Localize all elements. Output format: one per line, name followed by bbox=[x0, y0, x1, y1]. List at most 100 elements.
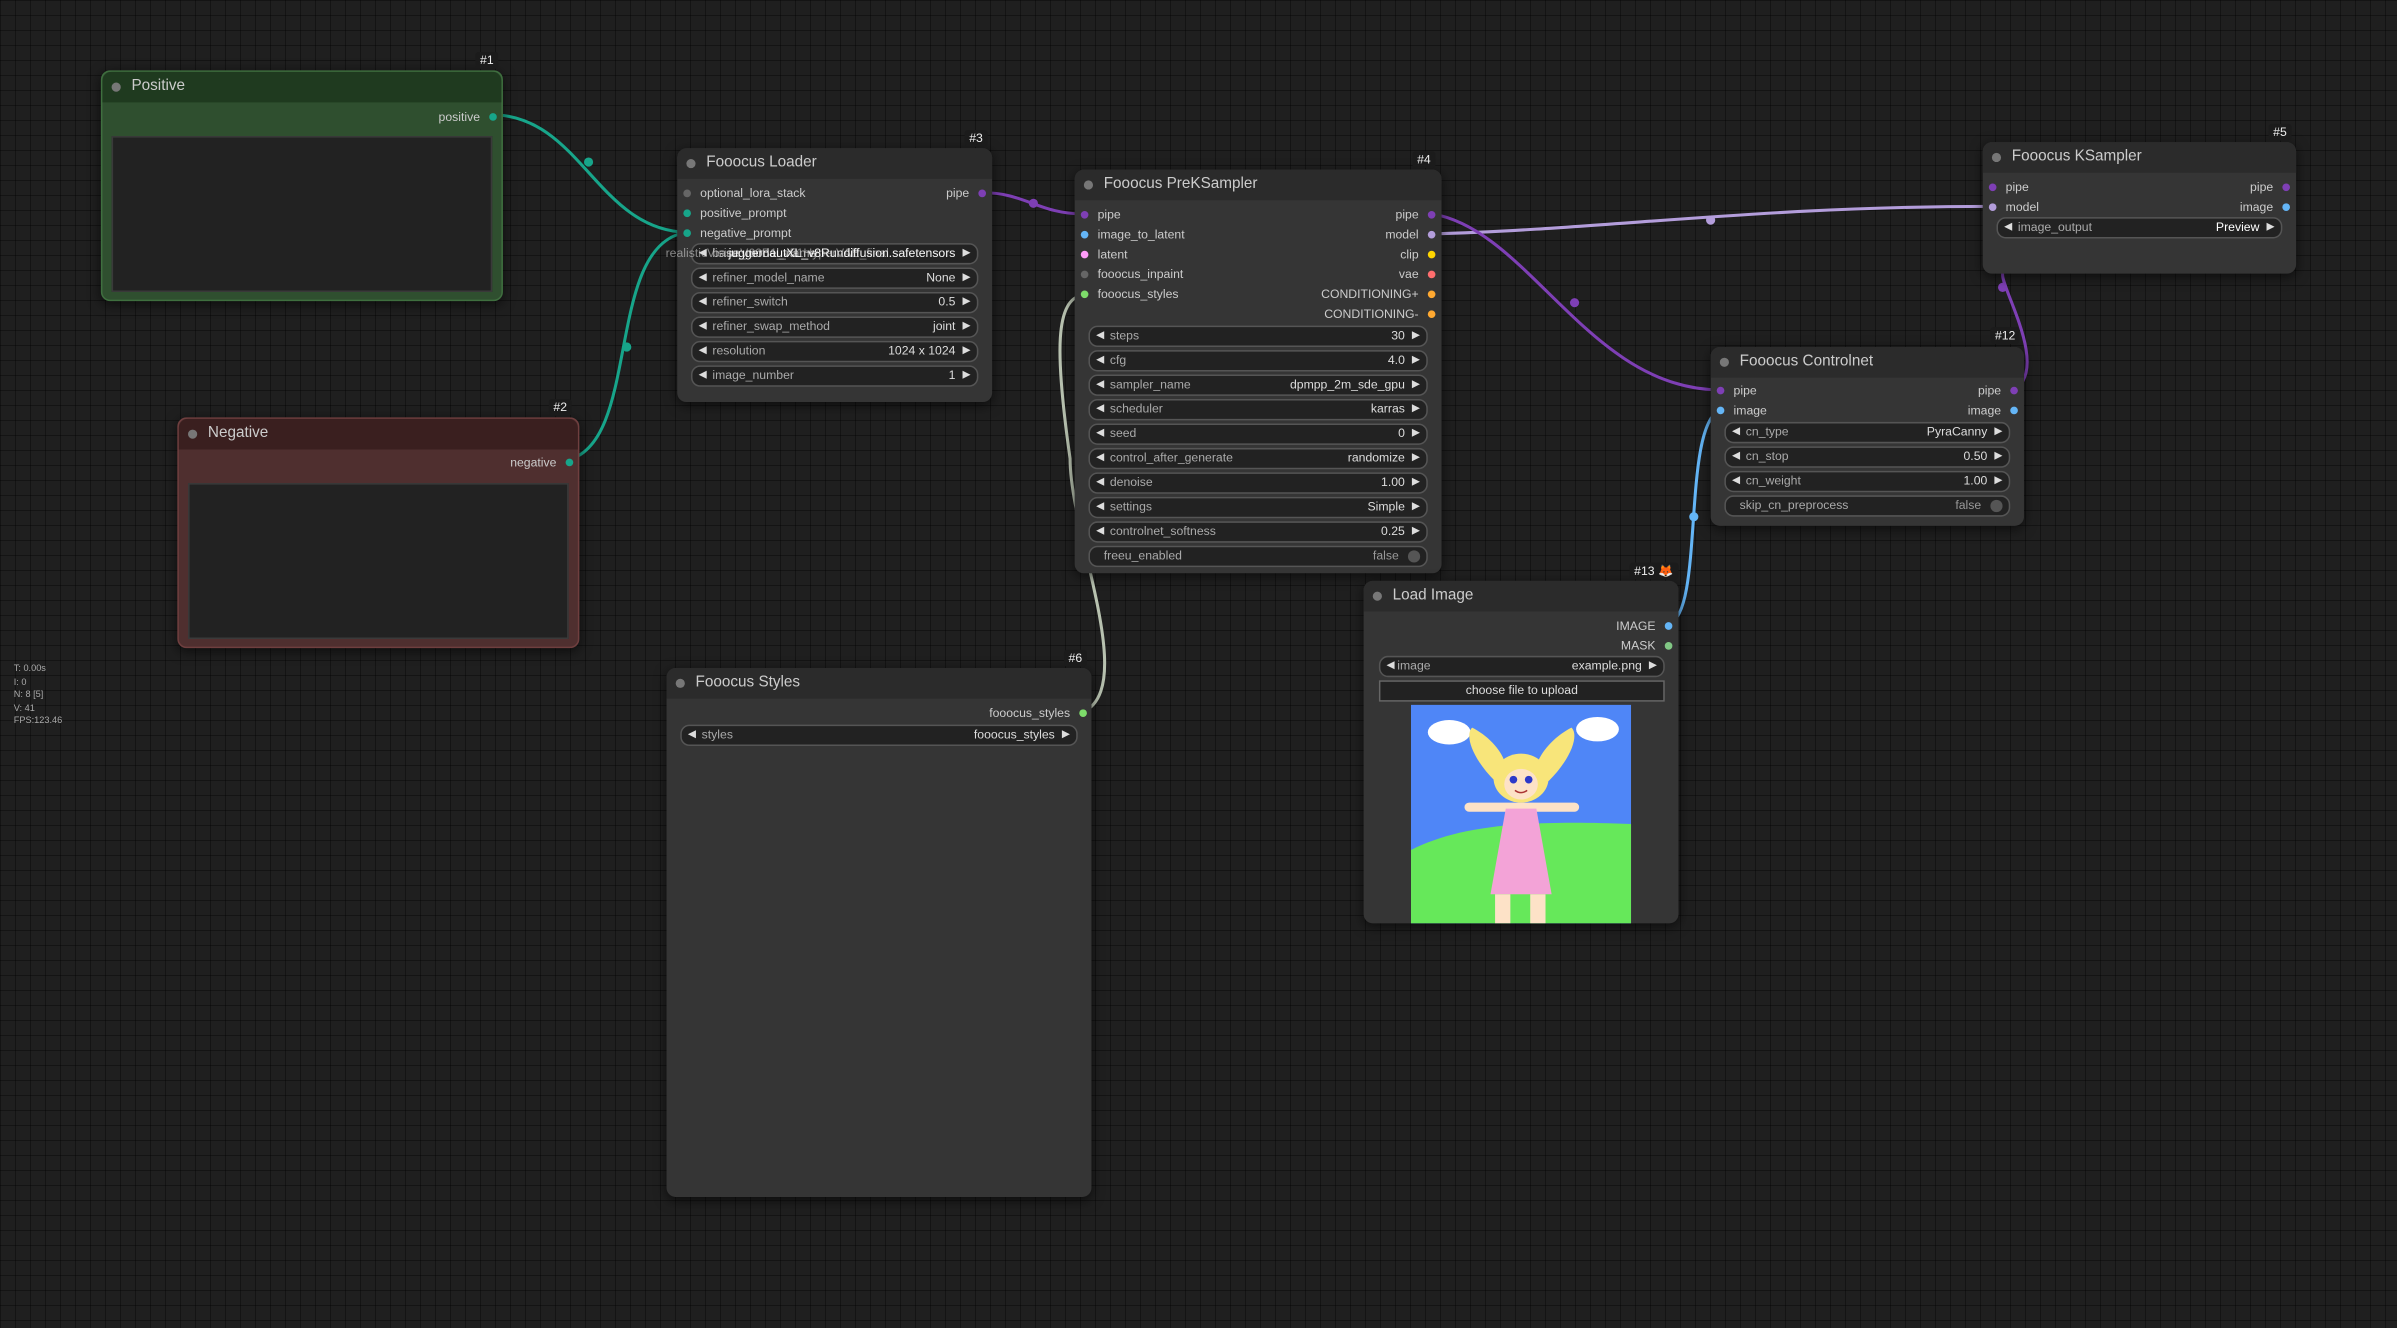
arrow-right-icon[interactable]: ▶ bbox=[1994, 425, 2002, 438]
arrow-left-icon[interactable]: ◀ bbox=[1387, 659, 1395, 671]
input-slot-latent[interactable]: latent bbox=[1080, 248, 1128, 261]
arrow-left-icon[interactable]: ◀ bbox=[699, 368, 707, 381]
widget-refiner-switch[interactable]: ◀ refiner_switch 0.5 ▶ bbox=[690, 291, 979, 314]
arrow-right-icon[interactable]: ▶ bbox=[2266, 220, 2274, 233]
link-negative-to-loader[interactable] bbox=[566, 230, 687, 462]
widget-refiner-swap-method[interactable]: ◀ refiner_swap_method joint ▶ bbox=[690, 316, 979, 338]
input-pin-icon[interactable] bbox=[683, 229, 691, 237]
widget-resolution[interactable]: ◀ resolution 1024 x 1024 ▶ bbox=[690, 340, 979, 363]
widget-base-model-name[interactable]: ◀ base_model_name juggernautXL_v8Rundiffus… bbox=[666, 243, 979, 265]
collapse-dot-icon[interactable] bbox=[188, 429, 198, 439]
input-pin-icon[interactable] bbox=[683, 189, 691, 198]
widget-denoise[interactable]: ◀ denoise 1.00 ▶ bbox=[1088, 472, 1428, 494]
arrow-right-icon[interactable]: ▶ bbox=[1412, 500, 1420, 512]
link-midpoint[interactable] bbox=[1569, 298, 1580, 308]
output-slot-model[interactable]: model bbox=[1385, 228, 1436, 242]
output-slot-conditioning-pos[interactable]: CONDITIONING+ bbox=[1321, 287, 1436, 301]
input-slot-optional-lora-stack[interactable]: optional_lora_stack bbox=[683, 187, 806, 200]
arrow-left-icon[interactable]: ◀ bbox=[1096, 329, 1104, 341]
arrow-right-icon[interactable]: ▶ bbox=[962, 319, 970, 332]
arrow-right-icon[interactable]: ▶ bbox=[962, 246, 970, 259]
arrow-left-icon[interactable]: ◀ bbox=[699, 271, 707, 283]
input-pin-icon[interactable] bbox=[1080, 250, 1089, 259]
toggle-freeu-enabled[interactable]: freeu_enabled false bbox=[1088, 545, 1428, 568]
arrow-left-icon[interactable]: ◀ bbox=[699, 344, 707, 356]
output-slot-positive[interactable]: positive bbox=[439, 110, 497, 124]
arrow-right-icon[interactable]: ▶ bbox=[1062, 728, 1070, 740]
node-positive[interactable]: Positive positive bbox=[100, 70, 503, 302]
input-slot-pipe[interactable]: pipe bbox=[1080, 208, 1121, 222]
input-pin-icon[interactable] bbox=[1716, 386, 1725, 395]
output-slot-pipe[interactable]: pipe bbox=[1978, 384, 2018, 397]
output-pin-icon[interactable] bbox=[978, 189, 987, 198]
output-slot-image[interactable]: image bbox=[1968, 404, 2018, 417]
arrow-right-icon[interactable]: ▶ bbox=[1412, 451, 1420, 463]
arrow-right-icon[interactable]: ▶ bbox=[962, 295, 970, 308]
collapse-dot-icon[interactable] bbox=[686, 158, 696, 169]
node-title-bar[interactable]: Fooocus Styles bbox=[666, 668, 1092, 699]
widget-sampler-name[interactable]: ◀ sampler_name dpmpp_2m_sde_gpu ▶ bbox=[1088, 374, 1428, 396]
node-title-bar[interactable]: Negative bbox=[178, 418, 578, 450]
widget-scheduler[interactable]: ◀ scheduler karras ▶ bbox=[1088, 398, 1428, 421]
node-fooocus-styles[interactable]: Fooocus Styles fooocus_styles ◀ styles foo… bbox=[666, 668, 1092, 1197]
arrow-left-icon[interactable]: ◀ bbox=[1096, 353, 1104, 366]
output-slot-conditioning-neg[interactable]: CONDITIONING- bbox=[1324, 307, 1436, 321]
collapse-dot-icon[interactable] bbox=[1991, 152, 2002, 163]
arrow-left-icon[interactable]: ◀ bbox=[1096, 427, 1104, 439]
arrow-left-icon[interactable]: ◀ bbox=[688, 728, 696, 740]
widget-image-output[interactable]: ◀ image_output Preview ▶ bbox=[1996, 217, 2283, 239]
node-title-bar[interactable]: Fooocus Loader bbox=[677, 148, 993, 179]
input-pin-icon[interactable] bbox=[1080, 270, 1089, 279]
arrow-right-icon[interactable]: ▶ bbox=[1412, 524, 1420, 537]
arrow-left-icon[interactable]: ◀ bbox=[1096, 500, 1104, 512]
collapse-dot-icon[interactable] bbox=[675, 678, 685, 688]
arrow-left-icon[interactable]: ◀ bbox=[699, 295, 707, 308]
input-slot-model[interactable]: model bbox=[1988, 200, 2039, 214]
collapse-dot-icon[interactable] bbox=[1372, 591, 1382, 601]
link-midpoint[interactable] bbox=[583, 157, 594, 167]
widget-styles[interactable]: ◀ styles fooocus_styles ▶ bbox=[680, 724, 1078, 747]
output-pin-icon[interactable] bbox=[1664, 622, 1673, 630]
input-slot-fooocus-inpaint[interactable]: fooocus_inpaint bbox=[1080, 268, 1183, 281]
output-slot-fooocus-styles[interactable]: fooocus_styles bbox=[989, 706, 1087, 720]
arrow-right-icon[interactable]: ▶ bbox=[1412, 329, 1420, 341]
node-title-bar[interactable]: Fooocus KSampler bbox=[1982, 142, 2297, 173]
widget-cn-weight[interactable]: ◀ cn_weight 1.00 ▶ bbox=[1724, 470, 2011, 493]
arrow-right-icon[interactable]: ▶ bbox=[1994, 449, 2002, 462]
toggle-knob-icon[interactable] bbox=[1407, 550, 1421, 563]
arrow-right-icon[interactable]: ▶ bbox=[1412, 427, 1420, 439]
arrow-left-icon[interactable]: ◀ bbox=[1096, 451, 1104, 463]
node-load-image[interactable]: Load Image IMAGE MASK ◀ image example.png ▶… bbox=[1363, 580, 1679, 924]
arrow-left-icon[interactable]: ◀ bbox=[699, 319, 707, 332]
input-slot-image[interactable]: image bbox=[1716, 404, 1767, 417]
link-midpoint[interactable] bbox=[1706, 215, 1716, 225]
graph-canvas[interactable]: Positive positive #1 Negative negative #… bbox=[0, 0, 2397, 1328]
link-model-to-ksampler[interactable] bbox=[1432, 204, 1991, 236]
output-pin-icon[interactable] bbox=[2282, 183, 2290, 192]
input-slot-pipe[interactable]: pipe bbox=[1988, 180, 2029, 194]
input-pin-icon[interactable] bbox=[1080, 290, 1089, 299]
arrow-right-icon[interactable]: ▶ bbox=[962, 368, 970, 381]
toggle-knob-icon[interactable] bbox=[1990, 499, 2003, 513]
output-slot-image[interactable]: image bbox=[2240, 200, 2290, 214]
widget-controlnet-softness[interactable]: ◀ controlnet_softness 0.25 ▶ bbox=[1088, 521, 1428, 543]
arrow-right-icon[interactable]: ▶ bbox=[1412, 475, 1420, 488]
widget-cn-type[interactable]: ◀ cn_type PyraCanny ▶ bbox=[1724, 421, 2011, 444]
toggle-skip-cn-preprocess[interactable]: skip_cn_preprocess false bbox=[1724, 495, 2011, 517]
widget-settings[interactable]: ◀ settings Simple ▶ bbox=[1088, 496, 1428, 519]
input-slot-negative-prompt[interactable]: negative_prompt bbox=[683, 226, 791, 240]
widget-cn-stop[interactable]: ◀ cn_stop 0.50 ▶ bbox=[1724, 446, 2011, 468]
output-pin-icon[interactable] bbox=[1427, 230, 1436, 239]
node-title-bar[interactable]: Fooocus Controlnet bbox=[1710, 347, 2024, 378]
arrow-left-icon[interactable]: ◀ bbox=[1732, 425, 1740, 438]
upload-button[interactable]: choose file to upload bbox=[1378, 680, 1665, 702]
widget-cfg[interactable]: ◀ cfg 4.0 ▶ bbox=[1088, 350, 1428, 372]
collapse-dot-icon[interactable] bbox=[1719, 357, 1729, 367]
widget-image[interactable]: ◀ image example.png ▶ bbox=[1378, 655, 1665, 678]
output-slot-pipe[interactable]: pipe bbox=[1396, 208, 1436, 222]
output-pin-icon[interactable] bbox=[1664, 642, 1673, 650]
widget-seed[interactable]: ◀ seed 0 ▶ bbox=[1088, 423, 1428, 445]
output-pin-icon[interactable] bbox=[1427, 290, 1436, 299]
prompt-textarea[interactable] bbox=[188, 483, 569, 639]
arrow-left-icon[interactable]: ◀ bbox=[1096, 524, 1104, 537]
